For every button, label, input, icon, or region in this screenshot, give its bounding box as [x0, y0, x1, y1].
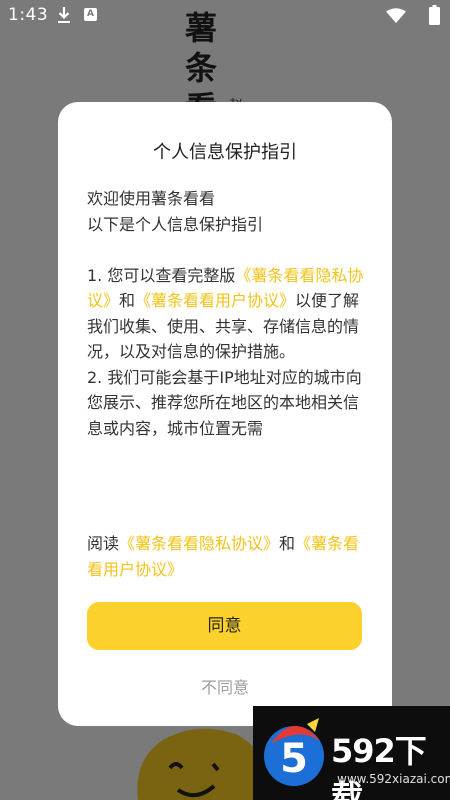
- read-privacy-agreement-link[interactable]: 《薯条看看隐私协议》: [119, 534, 279, 553]
- status-bar: 1:43 A: [0, 0, 450, 30]
- a-icon: A: [84, 8, 97, 21]
- download-icon: [58, 7, 70, 23]
- dialog-title: 个人信息保护指引: [153, 142, 297, 163]
- svg-text:5: 5: [280, 736, 308, 782]
- item1-prefix: 1. 您可以查看完整版: [87, 265, 236, 285]
- dialog-body-scroll[interactable]: 欢迎使用薯条看看 以下是个人信息保护指引 1. 您可以查看完整版《薯条看看隐私协…: [87, 186, 367, 506]
- read-and-text: 和: [279, 534, 296, 553]
- app-title-char: 薯: [184, 9, 217, 47]
- item-2: 2. 我们可能会基于IP地址对应的城市向您展示、推荐您所在地区的本地相关信息或内…: [87, 367, 362, 438]
- watermark-badge: 5 592下载 www.592xiazai.com: [253, 706, 450, 800]
- read-prefix: 阅读: [87, 534, 120, 553]
- and-text: 和: [119, 291, 136, 310]
- app-title-char: 条: [184, 49, 217, 87]
- user-agreement-link[interactable]: 《薯条看看用户协议》: [135, 291, 295, 310]
- watermark-url: www.592xiazai.com: [337, 772, 450, 786]
- site-logo-icon: 5: [264, 718, 324, 786]
- intro-line: 欢迎使用薯条看看: [87, 189, 216, 208]
- battery-icon: [429, 5, 440, 25]
- item-1: 1. 您可以查看完整版《薯条看看隐私协议》和《薯条看看用户协议》以便了解我们收集…: [87, 263, 367, 365]
- privacy-dialog: 个人信息保护指引 欢迎使用薯条看看 以下是个人信息保护指引 1. 您可以查看完整…: [58, 102, 392, 726]
- intro-line: 以下是个人信息保护指引: [87, 214, 264, 234]
- agree-button[interactable]: 同意: [87, 602, 362, 650]
- watermark-brand: 592下载: [331, 732, 427, 800]
- read-agreements-line: 阅读《薯条看看隐私协议》和《薯条看看用户协议》: [87, 531, 367, 583]
- wifi-icon: [386, 8, 406, 23]
- status-time: 1:43: [8, 5, 49, 25]
- disagree-button[interactable]: 不同意: [58, 674, 392, 698]
